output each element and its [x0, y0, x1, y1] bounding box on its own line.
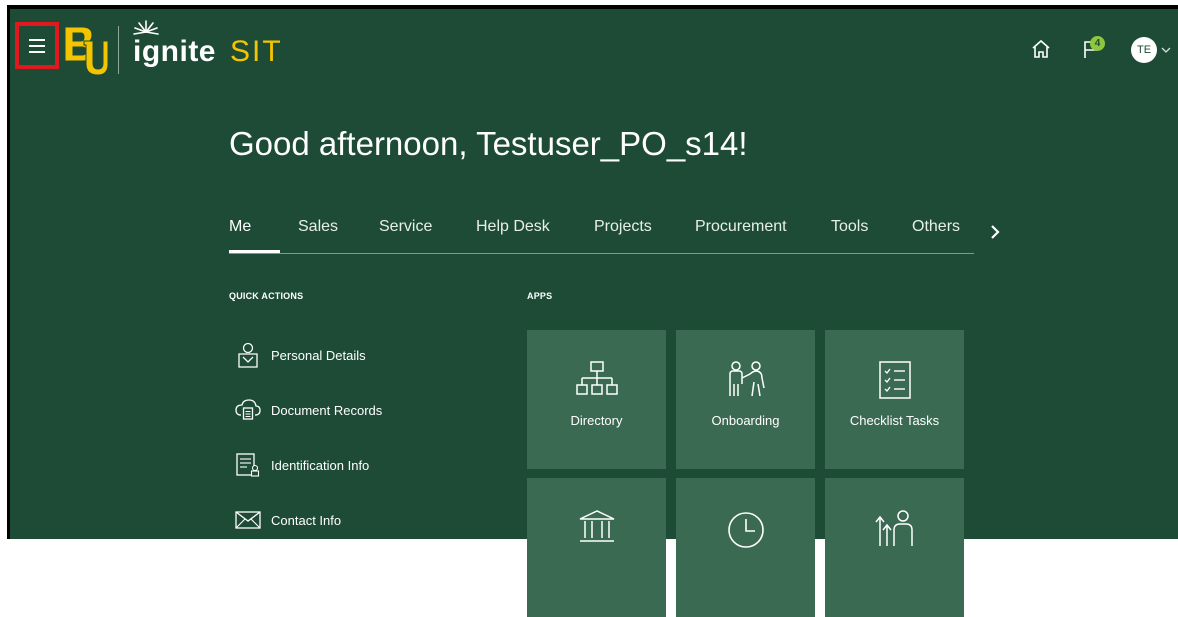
tab-others[interactable]: Others — [912, 218, 960, 236]
quick-actions-heading: QUICK ACTIONS — [229, 291, 304, 301]
tab-help-desk[interactable]: Help Desk — [476, 218, 550, 236]
tab-service[interactable]: Service — [379, 218, 432, 236]
header-divider — [118, 26, 119, 74]
app-tile-time[interactable] — [676, 478, 815, 617]
active-tab-indicator — [229, 250, 280, 253]
quick-action-identification-info[interactable]: Identification Info — [234, 449, 369, 481]
apps-heading: APPS — [527, 291, 553, 301]
clock-icon — [727, 512, 764, 548]
person-icon — [238, 342, 258, 368]
brand-wordmark: ignite SIT — [133, 24, 283, 74]
home-icon[interactable] — [1030, 38, 1052, 60]
quick-action-label: Document Records — [271, 402, 383, 418]
app-tile-career[interactable] — [825, 478, 964, 617]
career-growth-icon — [874, 510, 913, 546]
quick-action-label: Personal Details — [271, 347, 366, 363]
bu-logo[interactable] — [62, 23, 108, 77]
brand-name: ignite — [133, 35, 216, 68]
org-chart-icon — [575, 361, 618, 395]
notifications-badge: 4 — [1090, 36, 1105, 51]
quick-action-label: Identification Info — [271, 457, 370, 473]
hamburger-menu-icon[interactable] — [24, 28, 50, 64]
quick-action-personal-details[interactable]: Personal Details — [234, 339, 366, 371]
checklist-icon — [878, 361, 911, 399]
app-tile-checklist-tasks[interactable]: Checklist Tasks — [825, 330, 964, 469]
tab-projects[interactable]: Projects — [594, 218, 652, 236]
tab-bar: Me Sales Service Help Desk Projects Proc… — [229, 218, 974, 254]
app-tile-label: Directory — [570, 413, 623, 428]
app-tile-label: Checklist Tasks — [849, 413, 940, 428]
tab-procurement[interactable]: Procurement — [695, 218, 787, 236]
greeting-title: Good afternoon, Testuser_PO_s14! — [229, 125, 748, 162]
quick-action-document-records[interactable]: Document Records — [234, 394, 382, 426]
tab-tools[interactable]: Tools — [831, 218, 868, 236]
cloud-document-icon — [235, 399, 261, 420]
tab-me[interactable]: Me — [229, 218, 251, 236]
chevron-down-icon[interactable] — [1161, 47, 1171, 54]
onboarding-people-icon — [728, 361, 765, 397]
app-tile-label: Onboarding — [711, 413, 780, 428]
avatar[interactable]: TE — [1131, 37, 1157, 63]
envelope-icon — [235, 511, 261, 529]
tab-sales[interactable]: Sales — [298, 218, 338, 236]
id-card-icon — [236, 453, 260, 477]
quick-action-contact-info[interactable]: Contact Info — [234, 504, 341, 536]
app-tile-bank[interactable] — [527, 478, 666, 617]
app-tile-onboarding[interactable]: Onboarding — [676, 330, 815, 469]
environment-label: SIT — [230, 35, 283, 68]
chevron-right-icon[interactable] — [988, 222, 1002, 242]
app-tile-directory[interactable]: Directory — [527, 330, 666, 469]
quick-action-label: Contact Info — [271, 512, 342, 528]
